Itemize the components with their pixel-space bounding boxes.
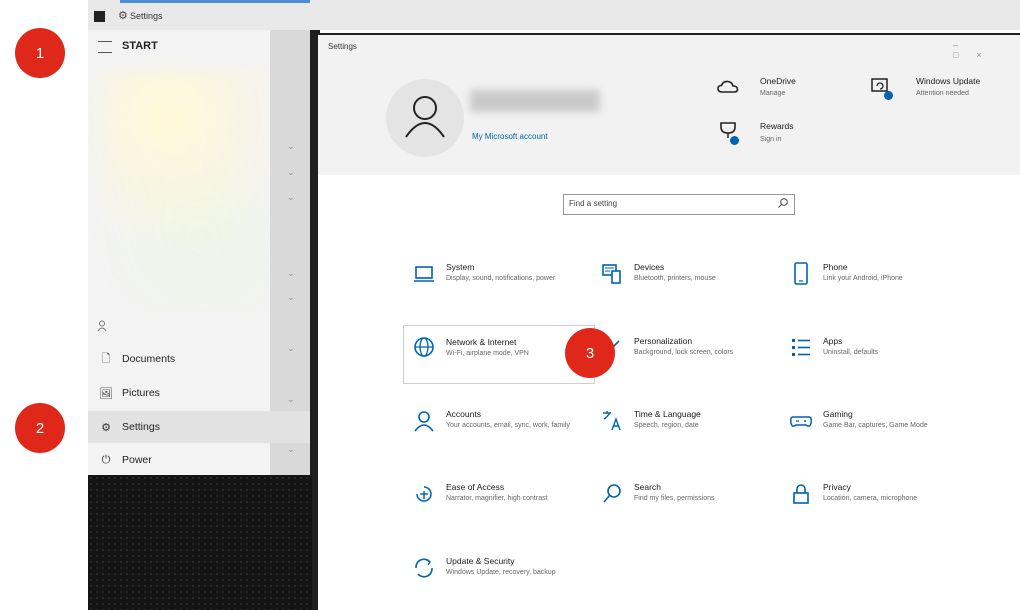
- start-item-settings[interactable]: ⚙ Settings: [88, 411, 310, 443]
- tile-title: Search: [634, 482, 661, 492]
- power-icon: ⏻: [101, 453, 111, 466]
- window-controls[interactable]: –□×: [953, 40, 1020, 60]
- phone-icon: [794, 262, 808, 285]
- tile-phone[interactable]: Phone Link your Android, iPhone: [781, 262, 961, 316]
- person-icon: [414, 411, 434, 432]
- lock-icon: [793, 484, 809, 504]
- rewards-title[interactable]: Rewards: [760, 121, 794, 131]
- user-icon[interactable]: [97, 320, 107, 332]
- window-title: Settings: [328, 42, 357, 51]
- desktop-background: [88, 475, 320, 610]
- chevron-down-icon[interactable]: ⌄: [287, 167, 295, 178]
- tile-privacy[interactable]: Privacy Location, camera, microphone: [781, 482, 961, 536]
- tile-update-security[interactable]: Update & Security Windows Update, recove…: [404, 556, 584, 610]
- callout-badge-1: 1: [15, 28, 65, 78]
- tile-subtitle: Link your Android, iPhone: [823, 275, 903, 282]
- tile-search[interactable]: Search Find my files, permissions: [592, 482, 772, 536]
- ease-of-access-icon: [416, 486, 432, 502]
- tile-subtitle: Display, sound, notifications, power: [446, 275, 556, 282]
- start-label: START: [122, 40, 158, 52]
- start-item-power[interactable]: ⏻ Power: [88, 444, 310, 476]
- sync-icon: [415, 558, 433, 578]
- tile-devices[interactable]: Devices Bluetooth, printers, mouse: [592, 262, 772, 316]
- tile-subtitle: Game Bar, captures, Game Mode: [823, 422, 928, 429]
- hamburger-menu-icon[interactable]: [98, 41, 112, 53]
- avatar[interactable]: [386, 79, 464, 157]
- onedrive-icon: [717, 80, 739, 93]
- tile-title: Update & Security: [446, 556, 515, 566]
- blurred-user-name: [470, 90, 600, 112]
- windows-icon[interactable]: [94, 11, 105, 22]
- start-item-label: Documents: [122, 353, 176, 365]
- taskbar-title[interactable]: Settings: [130, 11, 163, 21]
- chevron-down-icon[interactable]: ⌄: [287, 292, 295, 303]
- chevron-down-icon[interactable]: ⌄: [287, 268, 295, 279]
- tile-subtitle: Uninstall, defaults: [823, 349, 879, 356]
- callout-badge-2: 2: [15, 403, 65, 453]
- apps-list-icon: [792, 339, 810, 356]
- tile-subtitle: Background, lock screen, colors: [634, 349, 734, 356]
- tile-title: Apps: [823, 336, 843, 346]
- settings-gear-icon: ⚙: [118, 10, 128, 22]
- tile-title: Time & Language: [634, 409, 701, 419]
- tile-title: Phone: [823, 262, 848, 272]
- gamepad-icon: [790, 416, 812, 427]
- windows-update-subtitle[interactable]: Attention needed: [916, 90, 969, 97]
- tile-title: Devices: [634, 262, 665, 272]
- tile-subtitle: Narrator, magnifier, high contrast: [446, 495, 548, 502]
- chevron-down-icon[interactable]: ⌄: [287, 141, 295, 152]
- blurred-tiles: [100, 70, 270, 310]
- start-item-pictures[interactable]: 🖼 Pictures: [88, 377, 310, 409]
- tile-subtitle: Windows Update, recovery, backup: [446, 569, 556, 576]
- tile-subtitle: Your accounts, email, sync, work, family: [446, 422, 570, 429]
- tile-subtitle: Bluetooth, printers, mouse: [634, 275, 716, 282]
- notification-dot: [730, 136, 739, 145]
- gear-icon: ⚙: [101, 421, 111, 434]
- tile-subtitle: Location, camera, microphone: [823, 495, 918, 502]
- globe-icon: [414, 337, 434, 357]
- search-icon: [778, 198, 788, 208]
- tile-title: Accounts: [446, 409, 481, 419]
- onedrive-title[interactable]: OneDrive: [760, 76, 796, 86]
- tile-gaming[interactable]: Gaming Game Bar, captures, Game Mode: [781, 409, 961, 463]
- person-icon: [405, 96, 445, 138]
- tile-title: Personalization: [634, 336, 693, 346]
- tile-apps[interactable]: Apps Uninstall, defaults: [781, 336, 961, 390]
- tile-ease-of-access[interactable]: Ease of Access Narrator, magnifier, high…: [404, 482, 584, 536]
- notification-dot: [884, 91, 893, 100]
- time-language-icon: [603, 411, 621, 431]
- tile-title: Network & Internet: [446, 337, 517, 347]
- chevron-down-icon[interactable]: ⌄: [287, 192, 295, 203]
- start-item-label: Pictures: [122, 387, 160, 399]
- taskbar: [88, 0, 1020, 30]
- search-placeholder: Find a setting: [569, 199, 618, 208]
- start-item-label: Settings: [122, 421, 160, 433]
- microsoft-account-link[interactable]: My Microsoft account: [472, 132, 548, 141]
- tile-personalization[interactable]: Personalization Background, lock screen,…: [592, 336, 772, 390]
- tile-subtitle: Find my files, permissions: [634, 495, 715, 502]
- tile-subtitle: Wi-Fi, airplane mode, VPN: [446, 350, 529, 357]
- laptop-icon: [414, 266, 434, 282]
- tile-title: Privacy: [823, 482, 851, 492]
- document-icon: 🗋: [101, 352, 111, 365]
- tile-subtitle: Speech, region, date: [634, 422, 699, 429]
- pictures-icon: 🖼: [99, 387, 113, 400]
- search-icon: [603, 484, 621, 503]
- onedrive-subtitle[interactable]: Manage: [760, 90, 785, 97]
- keyboard-icon: [602, 264, 621, 284]
- tile-title: Gaming: [823, 409, 853, 419]
- callout-badge-3: 3: [565, 328, 615, 378]
- tile-accounts[interactable]: Accounts Your accounts, email, sync, wor…: [404, 409, 584, 463]
- tile-system[interactable]: System Display, sound, notifications, po…: [404, 262, 584, 316]
- start-item-label: Power: [122, 454, 152, 466]
- tile-title: System: [446, 262, 475, 272]
- windows-update-title[interactable]: Windows Update: [916, 76, 980, 86]
- rewards-subtitle[interactable]: Sign in: [760, 136, 781, 143]
- tile-time-language[interactable]: Time & Language Speech, region, date: [592, 409, 772, 463]
- tile-title: Ease of Access: [446, 482, 505, 492]
- start-item-documents[interactable]: 🗋 Documents: [88, 343, 310, 375]
